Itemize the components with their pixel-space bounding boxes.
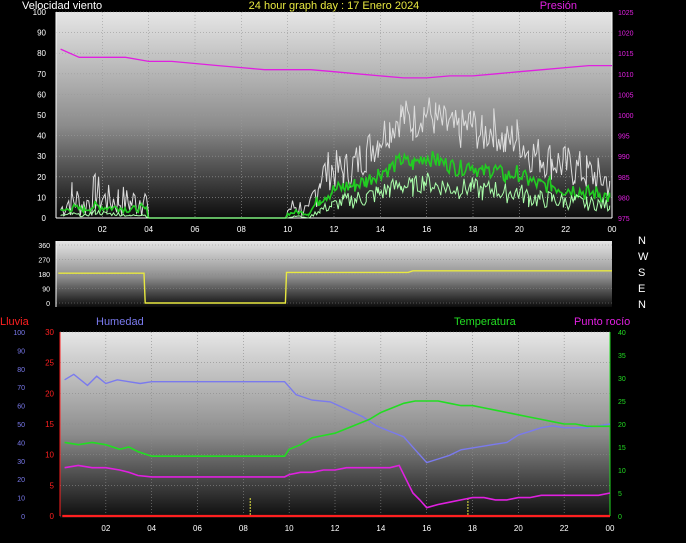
climate-x-tick-label: 14 (376, 524, 385, 533)
temperature-y-tick-label: 15 (618, 445, 626, 452)
temperature-y-tick-label: 30 (618, 376, 626, 383)
pressure-y-tick-label: 995 (618, 134, 630, 141)
wind-y-tick-label: 10 (37, 193, 46, 202)
compass-e: E (638, 283, 645, 295)
temperature-y-tick-label: 0 (618, 514, 622, 521)
compass-n-top: N (638, 235, 646, 247)
wind-x-tick-label: 22 (561, 225, 570, 234)
climate-x-tick-label: 00 (606, 524, 615, 533)
rain-y-tick-label: 20 (45, 389, 54, 398)
pressure-y-tick-label: 1020 (618, 31, 634, 38)
dewpoint-axis-label: Punto rocío (574, 316, 630, 328)
humidity-y-tick-label: 80 (17, 367, 25, 374)
rain-y-tick-label: 30 (45, 328, 54, 337)
chart-title: 24 hour graph day : 17 Enero 2024 (249, 0, 420, 12)
pressure-axis-label: Presión (540, 0, 577, 12)
compass-n-bottom: N (638, 299, 646, 311)
humidity-y-tick-label: 0 (21, 514, 25, 521)
wind-x-tick-label: 14 (376, 225, 385, 234)
humidity-y-tick-label: 50 (17, 422, 25, 429)
humidity-y-tick-label: 60 (17, 404, 25, 411)
climate-x-tick-label: 22 (560, 524, 569, 533)
direction-y-tick-label: 0 (46, 301, 50, 308)
pressure-y-tick-label: 1025 (618, 10, 634, 17)
pressure-y-tick-label: 990 (618, 154, 630, 161)
humidity-y-tick-label: 100 (13, 330, 25, 337)
climate-x-tick-label: 12 (331, 524, 340, 533)
wind-x-tick-label: 06 (191, 225, 200, 234)
direction-y-tick-label: 360 (38, 243, 50, 250)
climate-x-tick-label: 18 (468, 524, 477, 533)
rain-y-tick-label: 15 (45, 420, 54, 429)
wind-x-tick-label: 18 (469, 225, 478, 234)
wind-x-tick-label: 00 (608, 225, 617, 234)
humidity-axis-label: Humedad (96, 316, 144, 328)
temperature-y-tick-label: 40 (618, 330, 626, 337)
wind-y-tick-label: 20 (37, 173, 46, 182)
rain-axis-label: Lluvia (0, 316, 30, 328)
wind-x-tick-label: 12 (330, 225, 339, 234)
humidity-y-tick-label: 40 (17, 440, 25, 447)
rain-y-tick-label: 25 (45, 359, 54, 368)
temperature-axis-label: Temperatura (454, 316, 517, 328)
compass-s: S (638, 267, 645, 279)
wind-y-tick-label: 100 (33, 8, 47, 17)
temperature-y-tick-label: 35 (618, 353, 626, 360)
wind-y-tick-label: 40 (37, 132, 46, 141)
wind-y-tick-label: 30 (37, 152, 46, 161)
wind-y-tick-label: 0 (42, 214, 47, 223)
pressure-y-tick-label: 1010 (618, 72, 634, 79)
humidity-y-tick-label: 90 (17, 348, 25, 355)
humidity-y-tick-label: 10 (17, 496, 25, 503)
temperature-y-tick-label: 25 (618, 399, 626, 406)
direction-y-tick-label: 270 (38, 258, 50, 265)
wind-y-tick-label: 70 (37, 70, 46, 79)
climate-x-tick-label: 10 (285, 524, 294, 533)
climate-x-tick-label: 04 (147, 524, 156, 533)
rain-y-tick-label: 0 (50, 512, 55, 521)
compass-w: W (638, 251, 649, 263)
pressure-y-tick-label: 1005 (618, 92, 634, 99)
pressure-y-tick-label: 980 (618, 195, 630, 202)
wind-x-tick-label: 10 (283, 225, 292, 234)
wind-y-tick-label: 90 (37, 29, 46, 38)
climate-x-tick-label: 16 (422, 524, 431, 533)
temperature-y-tick-label: 10 (618, 468, 626, 475)
wind-x-tick-label: 08 (237, 225, 246, 234)
rain-y-tick-label: 5 (50, 481, 55, 490)
climate-x-tick-label: 02 (101, 524, 110, 533)
wind-y-tick-label: 50 (37, 111, 46, 120)
humidity-y-tick-label: 20 (17, 477, 25, 484)
temperature-y-tick-label: 20 (618, 422, 626, 429)
rain-y-tick-label: 10 (45, 451, 54, 460)
climate-x-tick-label: 08 (239, 524, 248, 533)
wind-x-tick-label: 16 (422, 225, 431, 234)
wind-y-tick-label: 60 (37, 90, 46, 99)
wind-y-tick-label: 80 (37, 49, 46, 58)
humidity-y-tick-label: 30 (17, 459, 25, 466)
pressure-y-tick-label: 985 (618, 175, 630, 182)
humidity-y-tick-label: 70 (17, 385, 25, 392)
pressure-y-tick-label: 1015 (618, 51, 634, 58)
temperature-y-tick-label: 5 (618, 491, 622, 498)
direction-plot-area (56, 241, 612, 307)
direction-y-tick-label: 90 (42, 287, 50, 294)
wind-x-tick-label: 02 (98, 225, 107, 234)
wind-x-tick-label: 04 (144, 225, 153, 234)
pressure-y-tick-label: 1000 (618, 113, 634, 120)
wind-x-tick-label: 20 (515, 225, 524, 234)
climate-x-tick-label: 20 (514, 524, 523, 533)
pressure-y-tick-label: 975 (618, 216, 630, 223)
direction-y-tick-label: 180 (38, 272, 50, 279)
weather-24h-chart: Velocidad viento 24 hour graph day : 17 … (0, 0, 649, 533)
climate-x-tick-label: 06 (193, 524, 202, 533)
